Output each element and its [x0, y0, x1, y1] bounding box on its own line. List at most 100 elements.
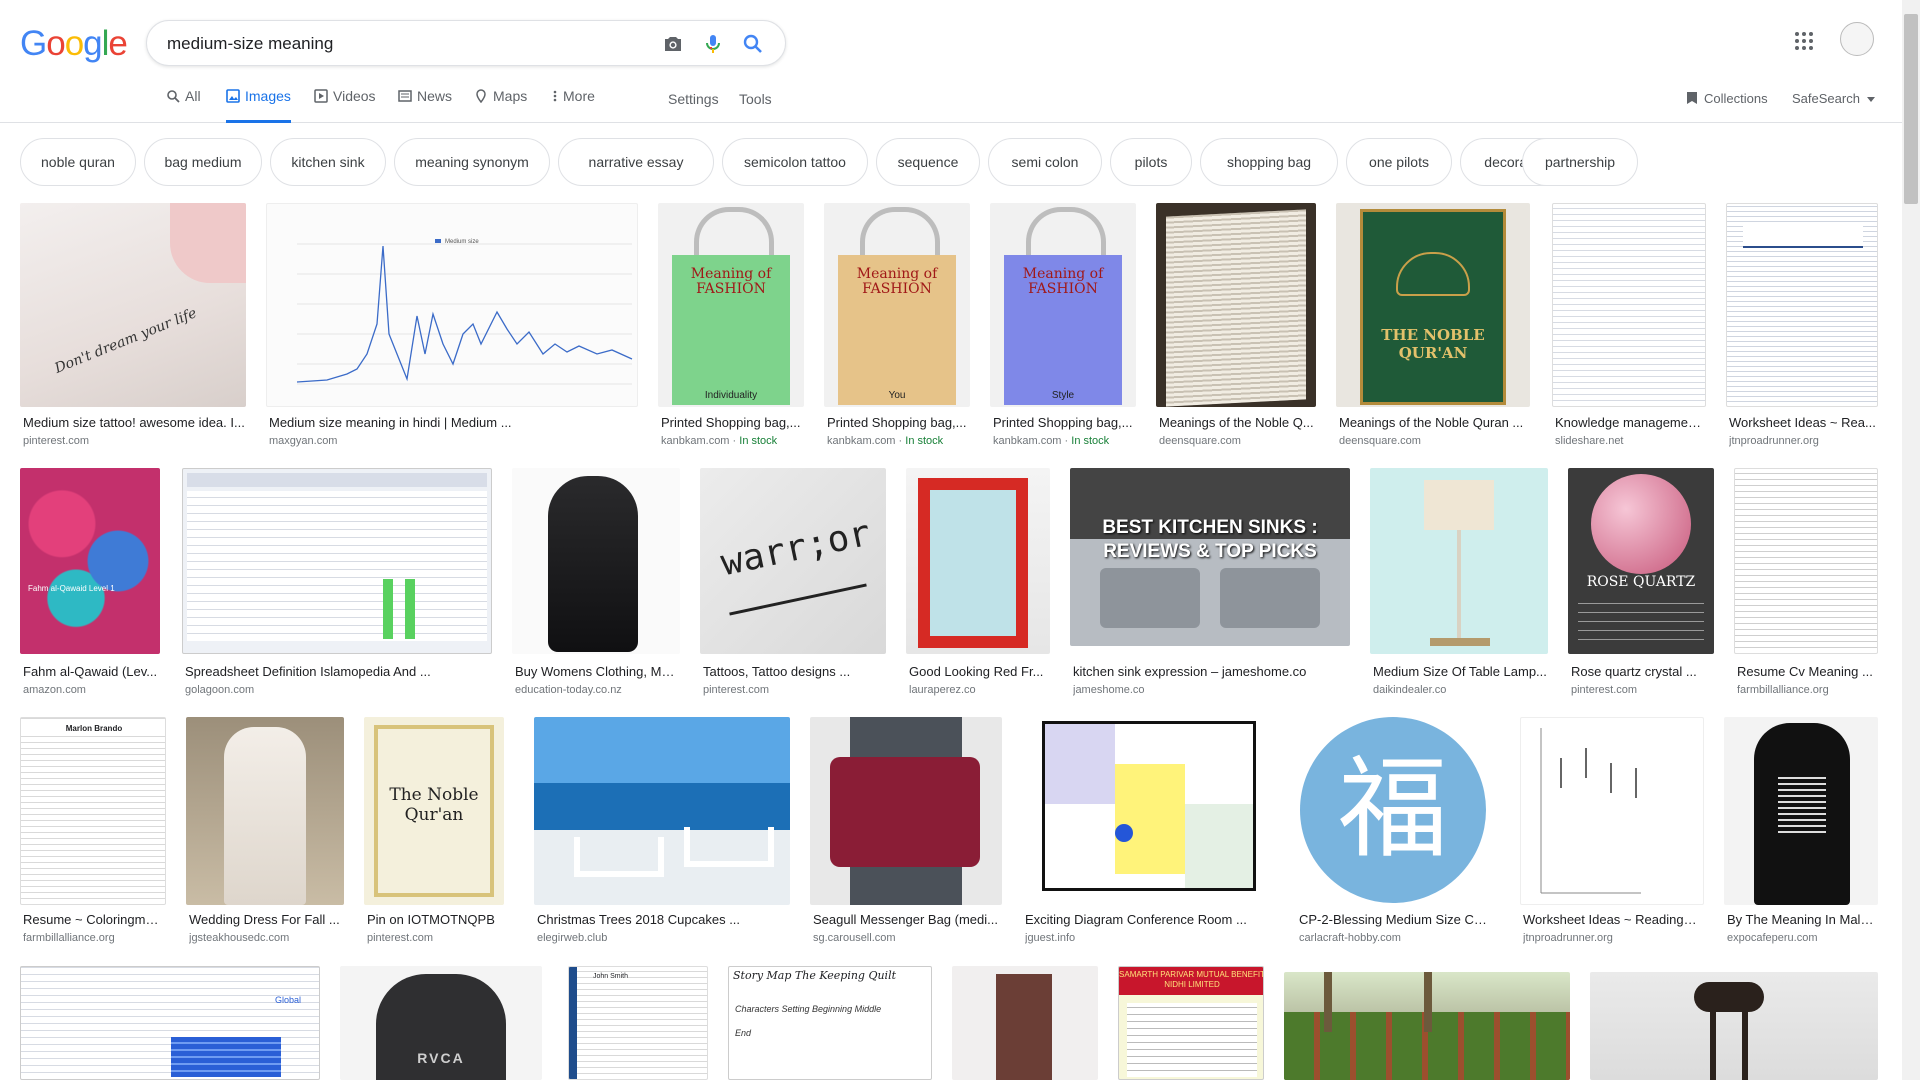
settings-link[interactable]: Settings [668, 91, 719, 107]
chip[interactable]: meaning synonym [394, 138, 550, 186]
result-caption[interactable]: Rose quartz crystal ... [1571, 664, 1713, 679]
result-caption[interactable]: Christmas Trees 2018 Cupcakes ... [537, 912, 789, 927]
result-caption[interactable]: By The Meaning In Mala... [1727, 912, 1877, 927]
result-source: pinterest.com [703, 684, 770, 696]
result-caption[interactable]: Worksheet Ideas ~ Readingm... [1523, 912, 1703, 927]
result-thumbnail[interactable] [1156, 203, 1316, 407]
apps-grid-icon[interactable] [1794, 31, 1814, 51]
result-caption[interactable]: Printed Shopping bag,... [661, 415, 803, 430]
result-caption[interactable]: Worksheet Ideas ~ Rea... [1729, 415, 1877, 430]
chip[interactable]: sequence [876, 138, 980, 186]
result-thumbnail[interactable]: Global [20, 966, 320, 1080]
result-caption[interactable]: Exciting Diagram Conference Room ... [1025, 912, 1275, 927]
result-caption[interactable]: Pin on IOTMOTNQPB [367, 912, 503, 927]
result-caption[interactable]: Printed Shopping bag,... [827, 415, 969, 430]
chip[interactable]: kitchen sink [270, 138, 386, 186]
search-box[interactable]: medium-size meaning [146, 20, 786, 66]
result-thumbnail[interactable] [512, 468, 680, 654]
result-thumbnail[interactable]: Meaning of FASHION Individuality [658, 203, 804, 407]
result-caption[interactable]: Printed Shopping bag,... [993, 415, 1135, 430]
result-thumbnail[interactable]: Meaning of FASHION You [824, 203, 970, 407]
result-thumbnail[interactable] [186, 717, 344, 905]
tools-link[interactable]: Tools [739, 91, 772, 107]
result-thumbnail[interactable]: SAMARTH PARIVAR MUTUAL BENEFIT NIDHI LIM… [1118, 966, 1264, 1080]
result-caption[interactable]: CP-2-Blessing Medium Size Craf... [1299, 912, 1491, 927]
tab-images[interactable]: Images [226, 88, 291, 123]
result-source: deensquare.com [1159, 435, 1241, 447]
tab-label: Maps [493, 88, 528, 104]
source-domain: kanbkam.com [993, 435, 1062, 447]
safesearch-menu[interactable]: SafeSearch [1792, 91, 1875, 106]
result-caption[interactable]: Medium size meaning in hindi | Medium ..… [269, 415, 637, 430]
result-caption[interactable]: Good Looking Red Fr... [909, 664, 1049, 679]
result-caption[interactable]: Buy Womens Clothing, Me... [515, 664, 679, 679]
result-caption[interactable]: Resume Cv Meaning ... [1737, 664, 1877, 679]
chip[interactable]: shopping bag [1200, 138, 1338, 186]
tab-more[interactable]: More [552, 88, 595, 120]
chip[interactable]: partnership [1522, 138, 1638, 186]
result-thumbnail[interactable]: RVCA [340, 966, 542, 1080]
result-thumbnail[interactable] [952, 966, 1098, 1080]
chip[interactable]: pilots [1110, 138, 1192, 186]
thumb-text: Story Map The Keeping Quilt [733, 969, 897, 982]
result-caption[interactable]: Resume ~ Coloringme ... [23, 912, 165, 927]
search-input[interactable]: medium-size meaning [167, 34, 333, 54]
result-thumbnail[interactable]: ROSE QUARTZ [1568, 468, 1714, 654]
result-caption[interactable]: Fahm al-Qawaid (Lev... [23, 664, 159, 679]
chip[interactable]: semicolon tattoo [722, 138, 868, 186]
search-icon[interactable] [741, 32, 765, 56]
result-caption[interactable]: Medium size tattoo! awesome idea. I... [23, 415, 245, 430]
avatar[interactable] [1840, 22, 1874, 56]
tab-maps[interactable]: Maps [474, 88, 527, 120]
collections-link[interactable]: Collections [1686, 91, 1768, 106]
result-thumbnail[interactable]: Meaning of FASHION Style [990, 203, 1136, 407]
result-thumbnail[interactable] [1590, 972, 1878, 1080]
result-caption[interactable]: Meanings of the Noble Q... [1159, 415, 1315, 430]
result-thumbnail[interactable] [1724, 717, 1878, 905]
result-caption[interactable]: Medium Size Of Table Lamp... [1373, 664, 1547, 679]
chip[interactable]: semi colon [988, 138, 1102, 186]
result-thumbnail[interactable]: Fahm al-Qawaid Level 1 [20, 468, 160, 654]
result-caption[interactable]: Seagull Messenger Bag (medi... [813, 912, 1001, 927]
result-thumbnail[interactable]: John Smith [568, 966, 708, 1080]
thumb-text: Meaning of FASHION [1022, 266, 1104, 297]
result-thumbnail[interactable] [1284, 972, 1570, 1080]
result-thumbnail[interactable] [1726, 203, 1878, 407]
result-thumbnail[interactable] [1520, 717, 1704, 905]
scrollbar-thumb[interactable] [1904, 14, 1918, 204]
result-thumbnail[interactable] [1734, 468, 1878, 654]
result-thumbnail[interactable]: Medium size [266, 203, 638, 407]
result-thumbnail[interactable]: warr;or [700, 468, 886, 654]
result-caption[interactable]: kitchen sink expression – jameshome.co [1073, 664, 1349, 679]
chip[interactable]: narrative essay [558, 138, 714, 186]
result-thumbnail[interactable] [1022, 717, 1276, 905]
tab-news[interactable]: News [398, 88, 452, 120]
result-thumbnail[interactable]: BEST KITCHEN SINKS : REVIEWS & TOP PICKS [1070, 468, 1350, 646]
tab-videos[interactable]: Videos [314, 88, 376, 120]
chip[interactable]: bag medium [144, 138, 262, 186]
chip[interactable]: one pilots [1346, 138, 1452, 186]
google-logo[interactable]: Google [20, 24, 128, 64]
result-thumbnail[interactable]: Story Map The Keeping Quilt Characters S… [728, 966, 932, 1080]
result-thumbnail[interactable]: THE NOBLE QUR'AN [1336, 203, 1530, 407]
microphone-icon[interactable] [701, 32, 725, 56]
result-thumbnail[interactable] [906, 468, 1050, 654]
tab-all[interactable]: All [166, 88, 201, 120]
result-caption[interactable]: Tattoos, Tattoo designs ... [703, 664, 885, 679]
result-thumbnail[interactable]: Marlon Brando [20, 717, 166, 905]
result-thumbnail[interactable] [534, 717, 790, 905]
result-caption[interactable]: Knowledge managemen... [1555, 415, 1705, 430]
result-thumbnail[interactable] [810, 717, 1002, 905]
result-thumbnail[interactable] [182, 468, 492, 654]
result-thumbnail[interactable]: 福 [1296, 717, 1492, 905]
result-thumbnail[interactable] [1370, 468, 1548, 654]
result-caption[interactable]: Wedding Dress For Fall ... [189, 912, 343, 927]
chip[interactable]: noble quran [20, 138, 136, 186]
logo-letter: o [46, 24, 65, 63]
result-thumbnail[interactable] [1552, 203, 1706, 407]
camera-icon[interactable] [661, 32, 685, 56]
result-thumbnail[interactable]: The Noble Qur'an [364, 717, 504, 905]
result-caption[interactable]: Spreadsheet Definition Islamopedia And .… [185, 664, 491, 679]
result-caption[interactable]: Meanings of the Noble Quran ... [1339, 415, 1529, 430]
result-thumbnail[interactable]: Don't dream your life [20, 203, 246, 407]
